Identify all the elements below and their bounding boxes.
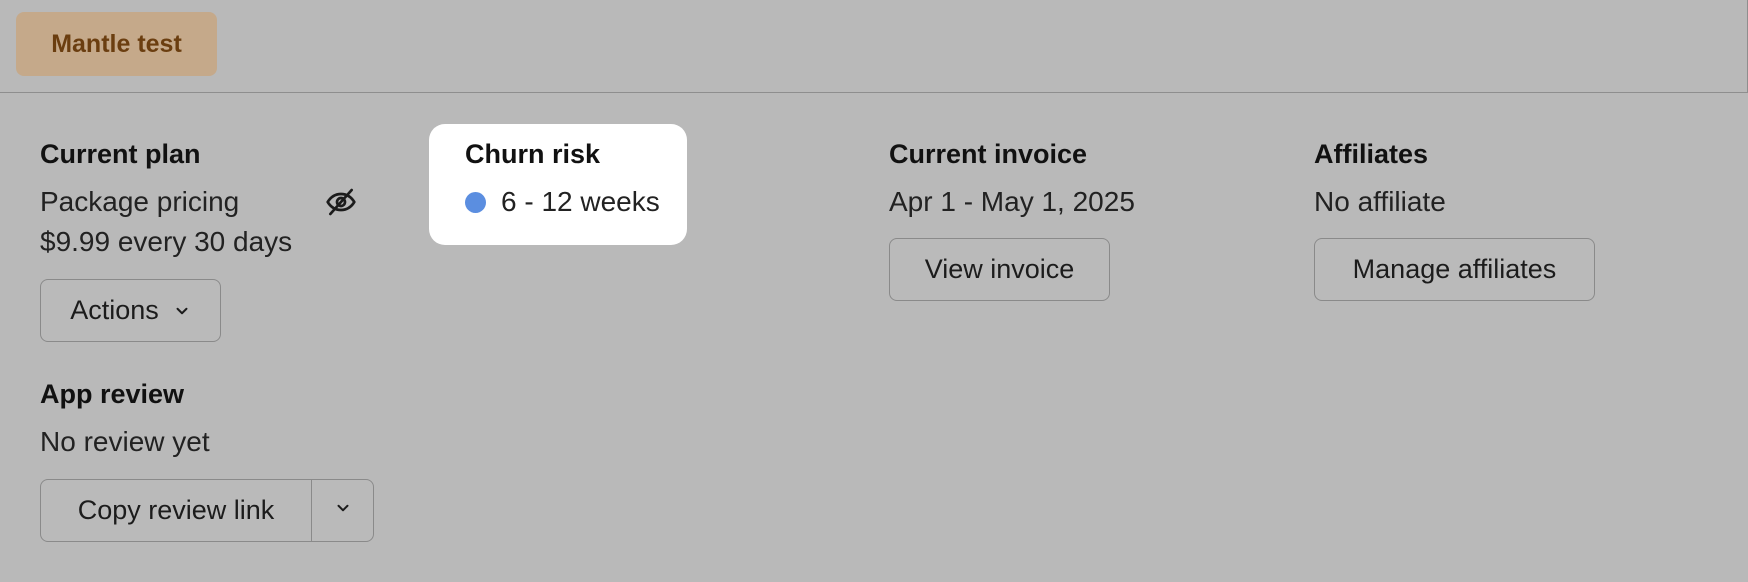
plan-price: $9.99 every 30 days (40, 226, 293, 257)
view-invoice-button[interactable]: View invoice (889, 238, 1110, 301)
copy-review-options-button[interactable] (312, 480, 373, 541)
affiliate-status: No affiliate (1314, 186, 1446, 217)
view-invoice-label: View invoice (924, 254, 1075, 284)
copy-review-link-button[interactable]: Copy review link (41, 480, 312, 541)
copy-review-link-split-button: Copy review link (40, 479, 374, 542)
churn-risk-value: 6 - 12 weeks (501, 186, 660, 217)
current-invoice-title: Current invoice (889, 139, 1088, 169)
actions-label: Actions (70, 295, 159, 325)
chevron-down-icon (173, 302, 191, 320)
review-status: No review yet (40, 426, 210, 457)
churn-risk-title: Churn risk (465, 139, 601, 169)
actions-button[interactable]: Actions (40, 279, 221, 342)
eye-off-icon[interactable] (325, 186, 357, 218)
copy-review-link-label: Copy review link (77, 495, 275, 525)
manage-affiliates-button[interactable]: Manage affiliates (1314, 238, 1595, 301)
plan-name: Package pricing (40, 186, 240, 217)
tag-mantle-test[interactable]: Mantle test (16, 12, 217, 76)
manage-affiliates-label: Manage affiliates (1352, 254, 1557, 284)
affiliates-title: Affiliates (1314, 139, 1429, 169)
header-bar: Mantle test (0, 0, 1748, 93)
churn-status-dot (465, 192, 486, 213)
customer-detail-panel: Mantle test Current plan Package pricing… (0, 0, 1748, 582)
current-plan-title: Current plan (40, 139, 201, 169)
chevron-down-icon (334, 499, 352, 522)
invoice-period: Apr 1 - May 1, 2025 (889, 186, 1135, 217)
app-review-title: App review (40, 379, 185, 409)
